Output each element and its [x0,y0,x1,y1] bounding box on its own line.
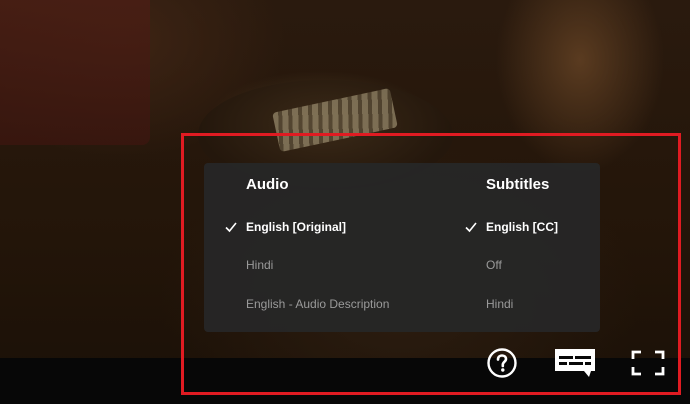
highlight-annotation-frame [181,133,681,395]
scene-red-box [0,0,150,145]
